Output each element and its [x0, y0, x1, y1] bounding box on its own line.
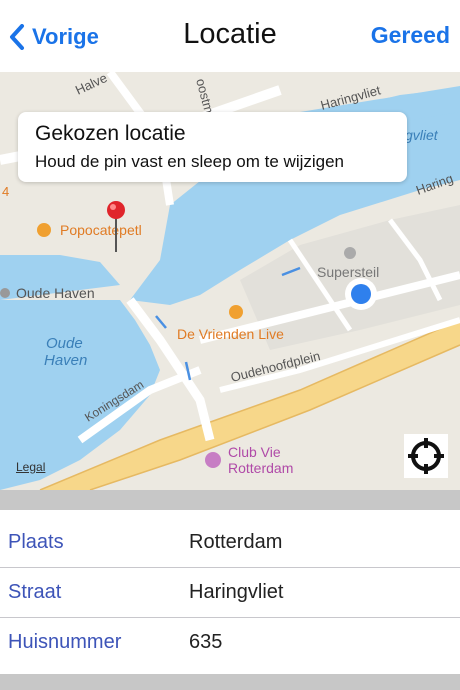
row-value-plaats: Rotterdam — [189, 531, 283, 553]
map-label-oude-haven-poi: Oude Haven — [16, 285, 95, 301]
map-label-oude-haven-water-1: Oude — [46, 335, 83, 352]
callout-title: Gekozen locatie — [35, 122, 186, 145]
done-button[interactable]: Gereed — [371, 22, 450, 49]
cocktail-icon — [205, 452, 221, 468]
map-label-club-vie-2: Rotterdam — [228, 460, 293, 476]
row-label-straat: Straat — [8, 581, 62, 603]
row-straat[interactable]: Straat Haringvliet — [0, 568, 460, 618]
legal-link[interactable]: Legal — [16, 460, 45, 474]
map-label-club-vie-1: Club Vie — [228, 444, 281, 460]
section-separator — [0, 490, 460, 510]
row-huisnummer[interactable]: Huisnummer 635 — [0, 618, 460, 668]
map-label-supersteil: Supersteil — [317, 264, 379, 280]
map-label-oude-haven-water-2: Haven — [44, 352, 87, 369]
locate-button[interactable] — [404, 434, 448, 478]
row-value-straat: Haringvliet — [189, 581, 284, 603]
user-location-dot — [351, 284, 371, 304]
callout-subtitle: Houd de pin vast en sleep om te wijzigen — [35, 152, 345, 171]
map-label-de-vrienden-live: De Vrienden Live — [177, 326, 284, 342]
fork-knife-icon — [37, 223, 51, 237]
map-label-haringvliet-water: gvliet — [405, 127, 439, 143]
row-label-plaats: Plaats — [8, 531, 64, 553]
row-plaats[interactable]: Plaats Rotterdam — [0, 518, 460, 568]
poi-dot-icon — [344, 247, 356, 259]
crosshair-icon — [408, 438, 444, 474]
bottom-separator — [0, 674, 460, 690]
map-label-popocatepetl: Popocatepetl — [60, 222, 142, 238]
poi-dot-icon — [0, 288, 10, 298]
row-value-huisnummer: 635 — [189, 631, 223, 653]
map-label-halve: Halve — [73, 72, 109, 98]
map-label-edge-number: 4 — [2, 184, 9, 199]
navigation-bar: Vorige Locatie Gereed — [0, 0, 460, 72]
fork-knife-icon — [229, 305, 243, 319]
row-label-huisnummer: Huisnummer — [8, 631, 122, 653]
selected-location-callout: Gekozen locatie Houd de pin vast en slee… — [18, 112, 407, 182]
map-view[interactable]: Halve oostmol Haringvliet gvliet Haring … — [0, 72, 460, 490]
